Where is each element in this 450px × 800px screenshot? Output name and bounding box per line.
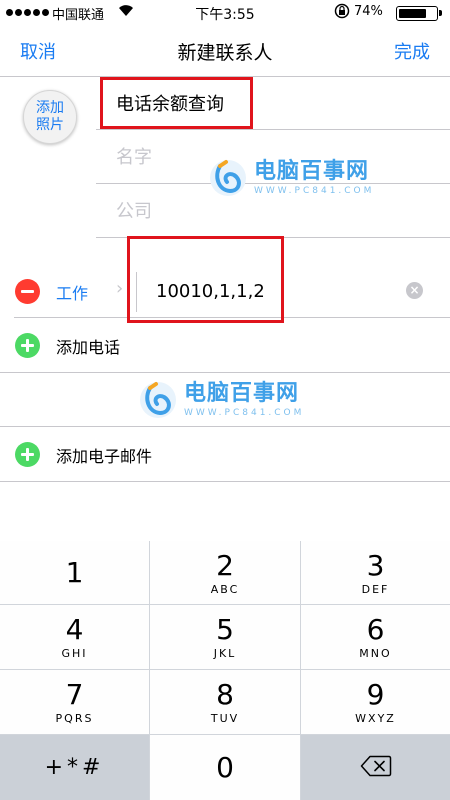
- key-digit: 4: [65, 613, 84, 646]
- key-digit: 3: [366, 548, 385, 582]
- key-3[interactable]: 3 DEF: [301, 541, 450, 604]
- key-7[interactable]: 7 PQRS: [0, 670, 149, 734]
- add-photo-button[interactable]: 添加照片: [23, 90, 77, 144]
- phone-number-input[interactable]: [156, 278, 376, 304]
- key-digit: 6: [366, 613, 385, 646]
- key-letters: PQRS: [55, 712, 94, 725]
- add-email-row[interactable]: 添加电子邮件: [0, 427, 450, 481]
- battery-percentage: 74%: [354, 4, 383, 19]
- first-name-input[interactable]: [116, 90, 436, 116]
- key-symbols[interactable]: +*#: [0, 735, 149, 800]
- navigation-bar: 取消 新建联系人 完成: [0, 26, 450, 76]
- battery-tip: [439, 10, 442, 16]
- company-row: [96, 184, 450, 238]
- section-divider: [0, 372, 450, 373]
- first-name-row: [96, 76, 450, 130]
- add-email-icon[interactable]: [15, 442, 40, 467]
- key-letters: JKL: [213, 647, 237, 660]
- add-phone-label: 添加电话: [56, 338, 121, 357]
- section-divider: [0, 481, 450, 482]
- key-digit: 5: [216, 613, 234, 646]
- phone-label-button[interactable]: 工作: [56, 280, 88, 304]
- key-4[interactable]: 4 GHI: [0, 605, 149, 669]
- key-letters: MNO: [359, 647, 392, 660]
- key-8[interactable]: 8 TUV: [150, 670, 300, 734]
- last-name-row: [96, 130, 450, 184]
- add-photo-label: 添加照片: [36, 100, 64, 133]
- key-6[interactable]: 6 MNO: [301, 605, 450, 669]
- key-letters: ABC: [210, 582, 240, 596]
- watermark: 电脑百事网 WWW.PC841.COM: [138, 380, 304, 420]
- watermark-title: 电脑百事网: [184, 381, 300, 406]
- watermark-logo-icon: [138, 380, 178, 420]
- chevron-right-icon: ›: [116, 278, 124, 299]
- status-bar: 中国联通 下午3:55 74%: [0, 0, 450, 26]
- add-phone-icon[interactable]: [15, 333, 40, 358]
- phone-row: 工作 › ×: [0, 264, 450, 318]
- key-digit: 8: [216, 678, 234, 711]
- key-0[interactable]: 0: [150, 735, 300, 800]
- backspace-icon: [360, 755, 392, 781]
- clear-icon[interactable]: ×: [406, 282, 423, 299]
- key-digit: 7: [65, 678, 84, 711]
- key-digit: 2: [216, 548, 234, 582]
- add-phone-row[interactable]: 添加电话: [0, 318, 450, 372]
- delete-key[interactable]: [301, 735, 450, 800]
- key-digit: 1: [65, 555, 84, 589]
- add-email-label: 添加电子邮件: [56, 447, 153, 466]
- rotation-lock-icon: [334, 3, 350, 23]
- key-5[interactable]: 5 JKL: [150, 605, 300, 669]
- key-letters: DEF: [361, 582, 390, 596]
- company-input[interactable]: [116, 198, 436, 224]
- watermark-subtitle: WWW.PC841.COM: [184, 408, 305, 418]
- key-symbols-label: +*#: [44, 754, 105, 780]
- phone-divider: [136, 272, 137, 312]
- last-name-input[interactable]: [116, 144, 436, 170]
- key-letters: TUV: [210, 712, 240, 725]
- key-letters: WXYZ: [355, 712, 396, 725]
- done-button[interactable]: 完成: [394, 38, 430, 64]
- key-9[interactable]: 9 WXYZ: [301, 670, 450, 734]
- remove-phone-button[interactable]: [15, 279, 40, 304]
- key-digit: 0: [216, 750, 234, 784]
- key-digit: 9: [366, 678, 385, 711]
- numeric-keypad: 1 2 ABC 3 DEF 4 GHI 5 JKL 6 MNO 7 PQRS 8…: [0, 541, 450, 800]
- key-letters: GHI: [61, 647, 88, 660]
- battery-icon: [396, 6, 438, 21]
- page-title: 新建联系人: [177, 42, 273, 64]
- key-2[interactable]: 2 ABC: [150, 541, 300, 604]
- key-1[interactable]: 1: [0, 541, 149, 604]
